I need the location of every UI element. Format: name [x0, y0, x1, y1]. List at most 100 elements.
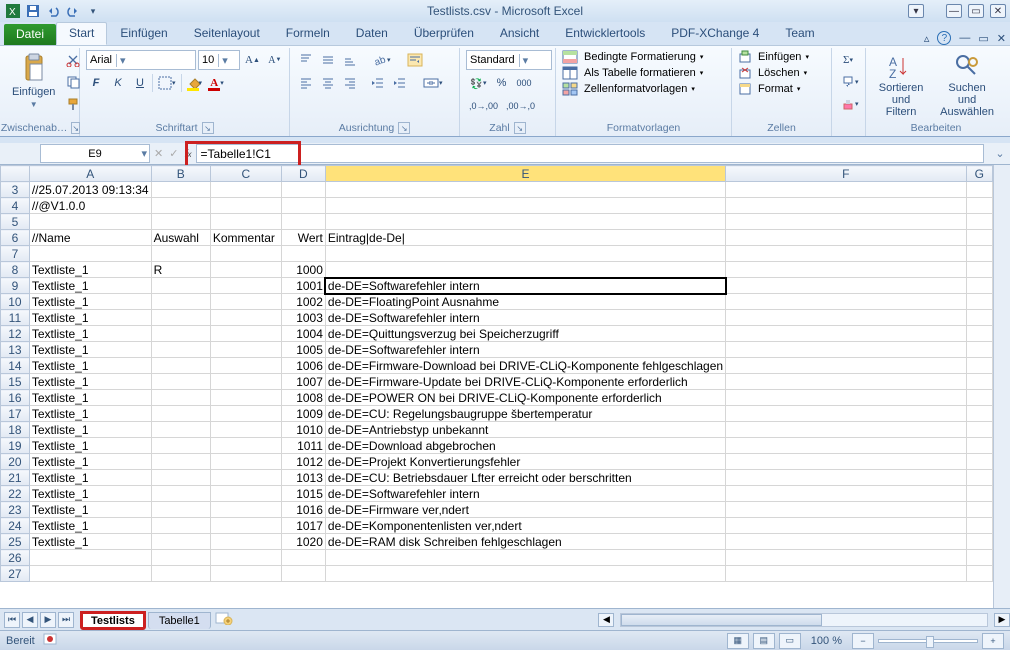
row-header[interactable]: 6 — [1, 230, 30, 246]
undo-icon[interactable] — [44, 2, 62, 20]
workbook-close-button[interactable]: ✕ — [997, 32, 1006, 45]
cell[interactable] — [966, 198, 992, 214]
cell[interactable] — [210, 262, 281, 278]
cell[interactable]: 1009 — [281, 406, 325, 422]
row-header[interactable]: 27 — [1, 566, 30, 582]
cell[interactable]: Textliste_1 — [29, 278, 151, 294]
cell[interactable] — [726, 246, 967, 262]
cell[interactable] — [210, 214, 281, 230]
cell[interactable]: Textliste_1 — [29, 342, 151, 358]
cell[interactable] — [210, 390, 281, 406]
decrease-indent-icon[interactable] — [368, 73, 388, 93]
cell[interactable] — [726, 438, 967, 454]
cell[interactable] — [151, 486, 210, 502]
cell[interactable]: Textliste_1 — [29, 470, 151, 486]
ribbon-tab[interactable]: Überprüfen — [401, 22, 487, 45]
delete-cells-button[interactable]: Löschen▾ — [738, 66, 807, 80]
cell[interactable]: Textliste_1 — [29, 358, 151, 374]
cell[interactable] — [151, 326, 210, 342]
window-maximize-button[interactable]: ▭ — [968, 4, 984, 18]
merge-center-icon[interactable]: ▾ — [420, 73, 446, 93]
cell[interactable] — [151, 294, 210, 310]
cell[interactable] — [726, 198, 967, 214]
cell[interactable] — [151, 470, 210, 486]
redo-icon[interactable] — [64, 2, 82, 20]
cell[interactable] — [151, 566, 210, 582]
cell[interactable] — [151, 342, 210, 358]
row-header[interactable]: 4 — [1, 198, 30, 214]
cell[interactable]: Textliste_1 — [29, 262, 151, 278]
format-as-table-button[interactable]: Als Tabelle formatieren▾ — [562, 66, 703, 80]
cell[interactable] — [210, 502, 281, 518]
cell[interactable] — [325, 198, 725, 214]
cell[interactable] — [210, 374, 281, 390]
ribbon-tab[interactable]: Einfügen — [107, 22, 180, 45]
cell[interactable] — [966, 278, 992, 294]
ribbon-tab[interactable]: Daten — [343, 22, 401, 45]
cell[interactable] — [726, 310, 967, 326]
cell[interactable]: de-DE=Projekt Konvertierungsfehler — [325, 454, 725, 470]
bold-button[interactable]: F — [86, 73, 106, 93]
enter-fx-icon[interactable]: ✓ — [169, 147, 178, 160]
font-color-icon[interactable]: A▾ — [207, 73, 227, 93]
alignment-launcher-icon[interactable]: ↘ — [398, 122, 410, 134]
cell[interactable]: 1004 — [281, 326, 325, 342]
cell[interactable] — [151, 422, 210, 438]
column-header[interactable]: E — [325, 166, 725, 182]
row-header[interactable]: 24 — [1, 518, 30, 534]
number-launcher-icon[interactable]: ↘ — [514, 122, 526, 134]
cell[interactable] — [29, 246, 151, 262]
cell[interactable] — [966, 182, 992, 198]
cell[interactable] — [210, 422, 281, 438]
cell[interactable] — [726, 262, 967, 278]
cell[interactable] — [151, 198, 210, 214]
cell[interactable]: Textliste_1 — [29, 390, 151, 406]
cell[interactable] — [966, 454, 992, 470]
cell[interactable] — [210, 534, 281, 550]
align-right-icon[interactable] — [340, 73, 360, 93]
align-middle-icon[interactable] — [318, 50, 338, 70]
cell[interactable]: 1010 — [281, 422, 325, 438]
column-header[interactable]: B — [151, 166, 210, 182]
clipboard-launcher-icon[interactable]: ↘ — [71, 122, 80, 134]
row-header[interactable]: 5 — [1, 214, 30, 230]
cell[interactable]: 1012 — [281, 454, 325, 470]
ribbon-tab[interactable]: Ansicht — [487, 22, 552, 45]
cell[interactable] — [151, 534, 210, 550]
cell[interactable]: 1000 — [281, 262, 325, 278]
cell[interactable]: de-DE=Firmware ver‚ndert — [325, 502, 725, 518]
cell[interactable] — [726, 390, 967, 406]
cell[interactable] — [966, 502, 992, 518]
number-format-combo[interactable]: Standard▾ — [466, 50, 552, 70]
cell[interactable] — [726, 326, 967, 342]
zoom-level[interactable]: 100 % — [811, 635, 842, 647]
cell[interactable] — [726, 566, 967, 582]
cell[interactable] — [966, 214, 992, 230]
column-header[interactable]: C — [210, 166, 281, 182]
cell[interactable]: Eintrag|de-De| — [325, 230, 725, 246]
cell[interactable]: de-DE=Softwarefehler intern — [325, 278, 725, 294]
cell[interactable]: de-DE=Firmware-Update bei DRIVE-CLiQ-Kom… — [325, 374, 725, 390]
row-header[interactable]: 20 — [1, 454, 30, 470]
workbook-minimize-button[interactable]: — — [959, 32, 970, 44]
cell[interactable] — [210, 326, 281, 342]
formula-input[interactable]: =Tabelle1!C1 — [196, 144, 985, 163]
cell[interactable]: Textliste_1 — [29, 406, 151, 422]
cell[interactable] — [210, 278, 281, 294]
row-header[interactable]: 16 — [1, 390, 30, 406]
name-box[interactable]: E9▾ — [40, 144, 150, 163]
cell[interactable] — [210, 358, 281, 374]
cell[interactable] — [151, 374, 210, 390]
cell[interactable] — [151, 278, 210, 294]
row-header[interactable]: 8 — [1, 262, 30, 278]
qat-customize-icon[interactable]: ▾ — [84, 2, 102, 20]
cell[interactable] — [281, 246, 325, 262]
cell[interactable] — [210, 198, 281, 214]
cell[interactable] — [151, 310, 210, 326]
orientation-icon[interactable]: ab▾ — [370, 50, 394, 70]
cell[interactable] — [151, 502, 210, 518]
cell[interactable]: 1005 — [281, 342, 325, 358]
cell[interactable]: Wert — [281, 230, 325, 246]
sheet-nav-next-icon[interactable]: ▶ — [40, 612, 56, 628]
cell[interactable] — [325, 182, 725, 198]
